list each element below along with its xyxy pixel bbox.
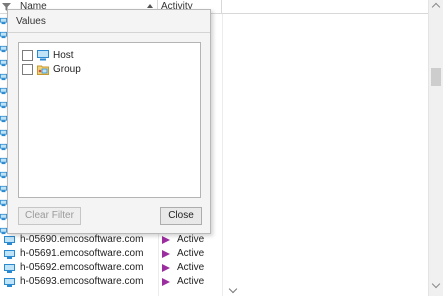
active-status-icon xyxy=(162,250,170,258)
table-row[interactable]: h-05693.emcosoftware.com Active xyxy=(0,275,222,289)
sort-ascending-icon xyxy=(147,4,153,8)
host-icon xyxy=(0,101,7,109)
host-checkbox[interactable] xyxy=(22,50,33,61)
scroll-up-icon[interactable] xyxy=(431,2,441,12)
row-host-name: h-05690.emcosoftware.com xyxy=(20,234,144,245)
row-host-name: h-05691.emcosoftware.com xyxy=(20,248,144,259)
vertical-scrollbar[interactable] xyxy=(428,0,443,296)
scroll-down-icon[interactable] xyxy=(431,279,441,289)
scrollbar-thumb[interactable] xyxy=(431,68,441,86)
host-icon xyxy=(0,45,7,53)
active-status-icon xyxy=(162,278,170,286)
empty-column-header xyxy=(222,0,428,14)
filter-item-label: Host xyxy=(53,50,74,61)
host-icon xyxy=(0,73,7,81)
popup-title: Values xyxy=(16,16,46,27)
clear-filter-button[interactable]: Clear Filter xyxy=(18,207,81,225)
host-icon xyxy=(4,278,15,287)
host-icon xyxy=(37,50,49,61)
filter-values-list[interactable]: Host Group xyxy=(18,42,201,198)
table-row[interactable]: h-05690.emcosoftware.com Active xyxy=(0,233,222,247)
close-button[interactable]: Close xyxy=(160,207,202,225)
host-icon xyxy=(0,59,7,67)
host-icon xyxy=(0,185,7,193)
table-row[interactable]: h-05691.emcosoftware.com Active xyxy=(0,247,222,261)
host-icon xyxy=(0,157,7,165)
row-status: Active xyxy=(177,276,205,287)
row-host-name: h-05692.emcosoftware.com xyxy=(20,262,144,273)
filter-item-host[interactable]: Host xyxy=(22,49,192,62)
group-icon xyxy=(37,65,49,75)
host-icon xyxy=(0,17,7,25)
group-checkbox[interactable] xyxy=(22,64,33,75)
host-icon xyxy=(4,250,15,259)
chevron-down-icon[interactable] xyxy=(228,284,238,294)
host-icon xyxy=(0,199,7,207)
host-icon xyxy=(0,87,7,95)
host-icon xyxy=(4,236,15,245)
active-status-icon xyxy=(162,236,170,244)
row-status: Active xyxy=(177,248,205,259)
table-row[interactable]: h-05692.emcosoftware.com Active xyxy=(0,261,222,275)
filter-item-label: Group xyxy=(53,64,81,75)
host-icon xyxy=(0,143,7,151)
row-host-name: h-05693.emcosoftware.com xyxy=(20,276,144,287)
host-icon xyxy=(0,129,7,137)
host-icon xyxy=(0,171,7,179)
host-icon xyxy=(4,264,15,273)
divider xyxy=(8,32,210,33)
filter-popup: Values Host Group Clear Filter Close xyxy=(7,9,211,234)
active-status-icon xyxy=(162,264,170,272)
host-icon xyxy=(0,31,7,39)
host-icon xyxy=(0,115,7,123)
filter-item-group[interactable]: Group xyxy=(22,63,192,76)
row-status: Active xyxy=(177,262,205,273)
column-divider xyxy=(222,14,223,296)
row-status: Active xyxy=(177,234,205,245)
host-icon xyxy=(0,213,7,221)
